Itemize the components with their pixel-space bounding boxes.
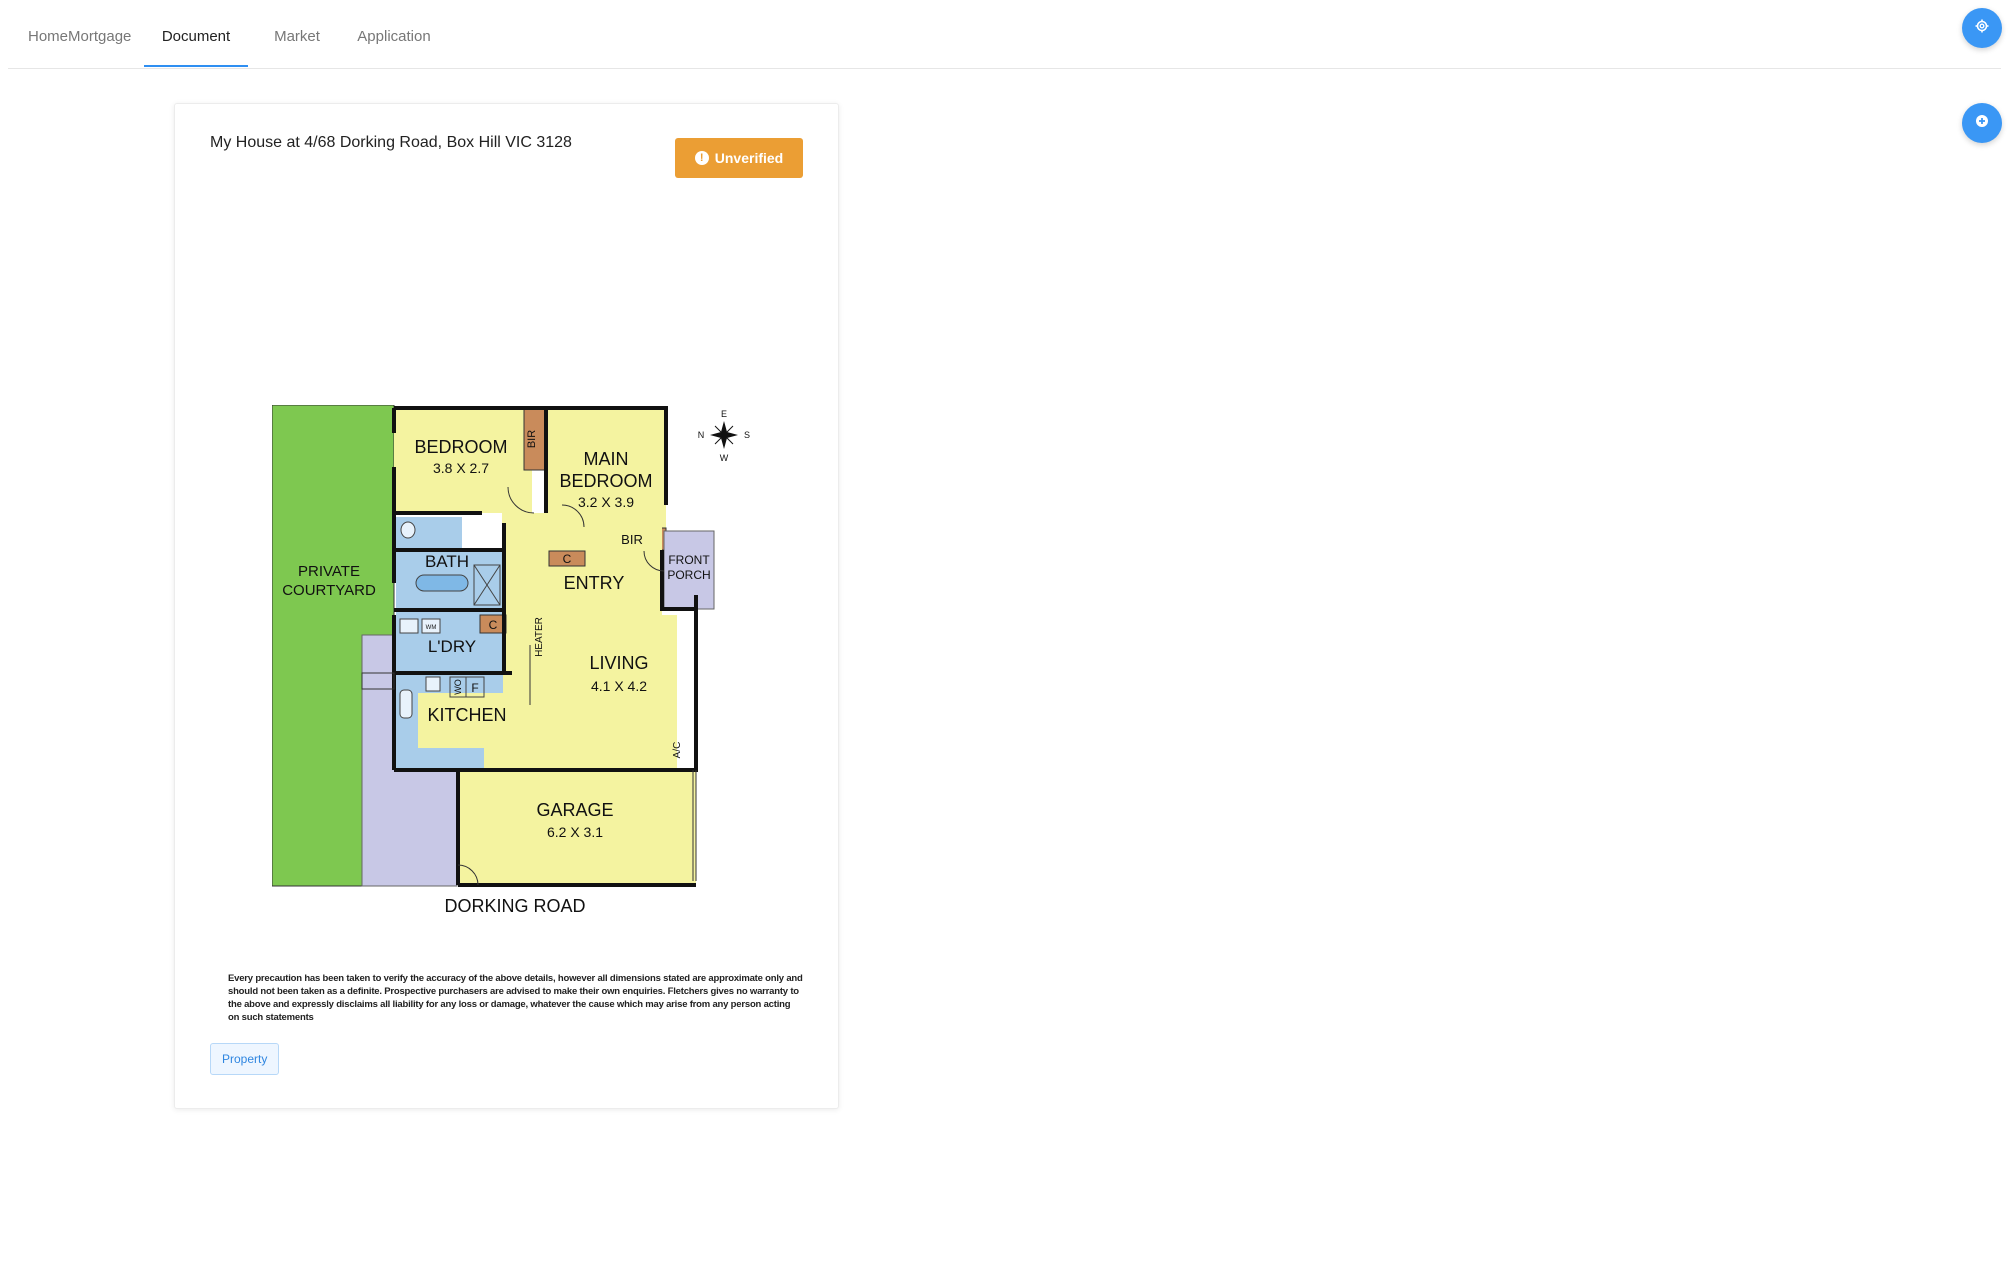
room-label: HEATER	[534, 617, 545, 657]
room-label: PORCH	[667, 568, 710, 582]
document-title: My House at 4/68 Dorking Road, Box Hill …	[210, 134, 572, 151]
room-label: LIVING	[589, 653, 648, 673]
room-label: WO	[453, 679, 463, 695]
gear-icon	[1975, 19, 1989, 38]
room-label: C	[489, 618, 498, 632]
room-label: BEDROOM	[414, 437, 507, 457]
alert-icon: !	[694, 151, 709, 165]
disclaimer-text: Every precaution has been taken to verif…	[228, 973, 803, 1023]
compass-s: S	[744, 430, 750, 440]
room-label: KITCHEN	[427, 705, 506, 725]
plus-icon	[1975, 114, 1989, 133]
compass-w: W	[720, 453, 729, 463]
top-nav: HomeMortgage Document Market Application	[8, 0, 2001, 69]
room-label: GARAGE	[536, 800, 613, 820]
room-size: 3.8 X 2.7	[433, 460, 489, 476]
room-label: ENTRY	[564, 573, 625, 593]
room-size: 3.2 X 3.9	[578, 494, 634, 510]
status-label: Unverified	[714, 150, 784, 166]
room-label: BEDROOM	[559, 471, 652, 491]
room-label: PRIVATE	[298, 563, 360, 580]
property-tag[interactable]: Property	[210, 1043, 280, 1075]
room-label: L'DRY	[428, 637, 476, 656]
room-label: C	[563, 552, 572, 566]
room-size: 6.2 X 3.1	[547, 824, 603, 840]
room-label: FRONT	[668, 553, 710, 567]
room-label: F	[471, 681, 478, 695]
compass-e: E	[721, 409, 727, 419]
compass-n: N	[698, 430, 705, 440]
tab-document[interactable]: Document	[144, 0, 248, 67]
room-size: 4.1 X 4.2	[591, 678, 647, 694]
tab-market[interactable]: Market	[266, 0, 328, 67]
room-label: COURTYARD	[282, 582, 376, 599]
room-label: BIR	[621, 532, 643, 547]
floorplan-image: BEDROOM 3.8 X 2.7 MAIN BEDROOM 3.2 X 3.9…	[272, 405, 750, 916]
compass-icon: E W N S	[698, 409, 750, 463]
settings-button[interactable]	[1962, 8, 2002, 48]
room-label: A/C	[672, 742, 683, 759]
room-label: MAIN	[584, 449, 629, 469]
tab-application[interactable]: Application	[346, 0, 442, 67]
status-badge[interactable]: ! Unverified	[675, 138, 803, 178]
add-button[interactable]	[1962, 103, 2002, 143]
document-card[interactable]: My House at 4/68 Dorking Road, Box Hill …	[174, 103, 839, 1109]
room-label: WM	[426, 625, 437, 631]
room-label: BIR	[526, 430, 538, 448]
street-label: DORKING ROAD	[444, 896, 585, 916]
room-label: BATH	[425, 552, 469, 571]
tab-homemortgage[interactable]: HomeMortgage	[28, 0, 131, 67]
